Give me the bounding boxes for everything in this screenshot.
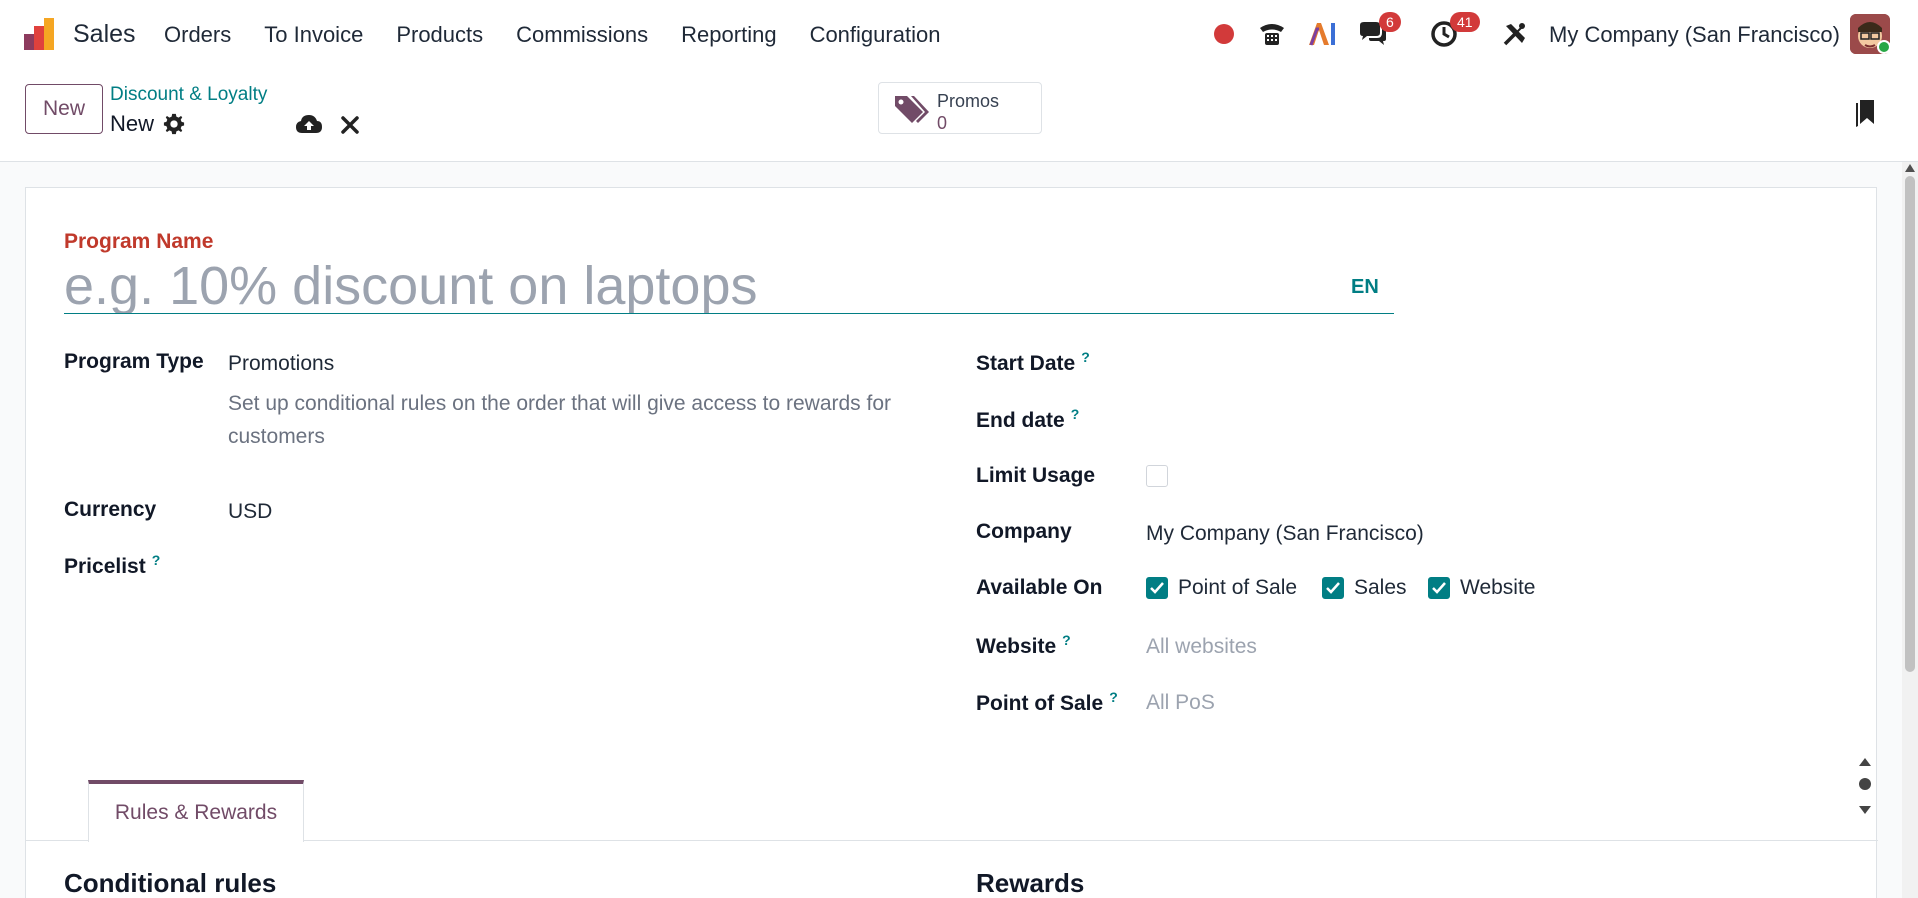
point-of-sale-field[interactable]: All PoS (1146, 691, 1215, 715)
currency-select[interactable]: USD (228, 500, 272, 524)
help-tooltip-icon[interactable]: ? (152, 552, 161, 568)
activities-clock-icon[interactable]: 41 (1428, 12, 1480, 50)
new-button[interactable]: New (25, 84, 103, 134)
record-icon[interactable] (1208, 18, 1240, 50)
messages-icon[interactable]: 6 (1357, 12, 1401, 50)
ai-icon[interactable] (1306, 18, 1338, 50)
control-panel: New Discount & Loyalty New Promos 0 (0, 70, 1918, 162)
program-type-label: Program Type (64, 350, 204, 373)
website-field[interactable]: All websites (1146, 635, 1257, 659)
program-name-input[interactable] (64, 258, 1394, 314)
menu-to-invoice[interactable]: To Invoice (264, 22, 363, 48)
bookmark-icon[interactable] (1854, 98, 1876, 128)
gear-icon[interactable] (163, 113, 185, 135)
language-button[interactable]: EN (1351, 276, 1379, 299)
website-checkbox[interactable] (1428, 577, 1450, 599)
activities-badge: 41 (1450, 12, 1480, 32)
drag-handle-icon[interactable] (1856, 756, 1874, 816)
company-select[interactable]: My Company (San Francisco) (1146, 522, 1424, 546)
top-navbar: Sales Orders To Invoice Products Commiss… (0, 0, 1918, 70)
limit-usage-label: Limit Usage (976, 464, 1096, 487)
help-tooltip-icon[interactable]: ? (1071, 406, 1080, 422)
website-option-label: Website (1460, 576, 1536, 599)
app-name[interactable]: Sales (73, 20, 136, 49)
tab-rules-rewards[interactable]: Rules & Rewards (88, 780, 304, 842)
pricelist-label: Pricelist? (64, 552, 161, 578)
available-on-label: Available On (976, 576, 1103, 599)
promos-count: 0 (937, 113, 948, 133)
limit-usage-checkbox[interactable] (1146, 465, 1168, 487)
record-name: New (110, 111, 155, 136)
scrollbar-thumb[interactable] (1905, 176, 1915, 672)
menu-reporting[interactable]: Reporting (681, 22, 776, 48)
promos-label: Promos (937, 91, 1000, 111)
help-tooltip-icon[interactable]: ? (1062, 632, 1071, 648)
main-menu: Orders To Invoice Products Commissions R… (164, 22, 973, 48)
cloud-upload-icon[interactable] (295, 113, 323, 137)
company-switcher[interactable]: My Company (San Francisco) (1549, 22, 1840, 48)
vertical-scrollbar[interactable] (1902, 162, 1918, 898)
company-label: Company (976, 520, 1072, 543)
end-date-label: End date? (976, 406, 1080, 432)
online-status-icon (1877, 40, 1891, 54)
menu-commissions[interactable]: Commissions (516, 22, 648, 48)
sales-app-icon[interactable] (22, 16, 58, 52)
point-of-sale-checkbox[interactable] (1146, 577, 1168, 599)
point-of-sale-label: Point of Sale? (976, 689, 1118, 715)
discard-close-icon[interactable] (339, 114, 361, 136)
point-of-sale-option-label: Point of Sale (1178, 576, 1298, 599)
form-content: Program Name EN Program Type Promotions … (0, 162, 1918, 898)
rewards-title: Rewards (976, 868, 1085, 898)
menu-configuration[interactable]: Configuration (810, 22, 941, 48)
phone-icon[interactable] (1256, 18, 1288, 50)
sales-option-label: Sales (1354, 576, 1407, 599)
program-type-help: Set up conditional rules on the order th… (228, 392, 892, 448)
program-type-select[interactable]: Promotions (228, 352, 334, 376)
conditional-rules-title: Conditional rules (64, 868, 277, 898)
debug-tools-icon[interactable] (1499, 18, 1531, 50)
menu-orders[interactable]: Orders (164, 22, 231, 48)
breadcrumb-discount-loyalty[interactable]: Discount & Loyalty (110, 84, 267, 106)
currency-label: Currency (64, 498, 157, 521)
website-label: Website? (976, 632, 1071, 658)
form-sheet: Program Name EN Program Type Promotions … (25, 187, 1878, 898)
sales-checkbox[interactable] (1322, 577, 1344, 599)
messages-badge: 6 (1379, 12, 1401, 32)
menu-products[interactable]: Products (396, 22, 483, 48)
start-date-label: Start Date? (976, 349, 1090, 375)
program-name-label: Program Name (64, 230, 214, 253)
help-tooltip-icon[interactable]: ? (1109, 689, 1118, 705)
promos-smart-button[interactable]: Promos 0 (878, 82, 1042, 134)
help-tooltip-icon[interactable]: ? (1081, 349, 1090, 365)
scroll-up-arrow-icon[interactable] (1905, 164, 1915, 172)
tags-icon (895, 96, 929, 123)
